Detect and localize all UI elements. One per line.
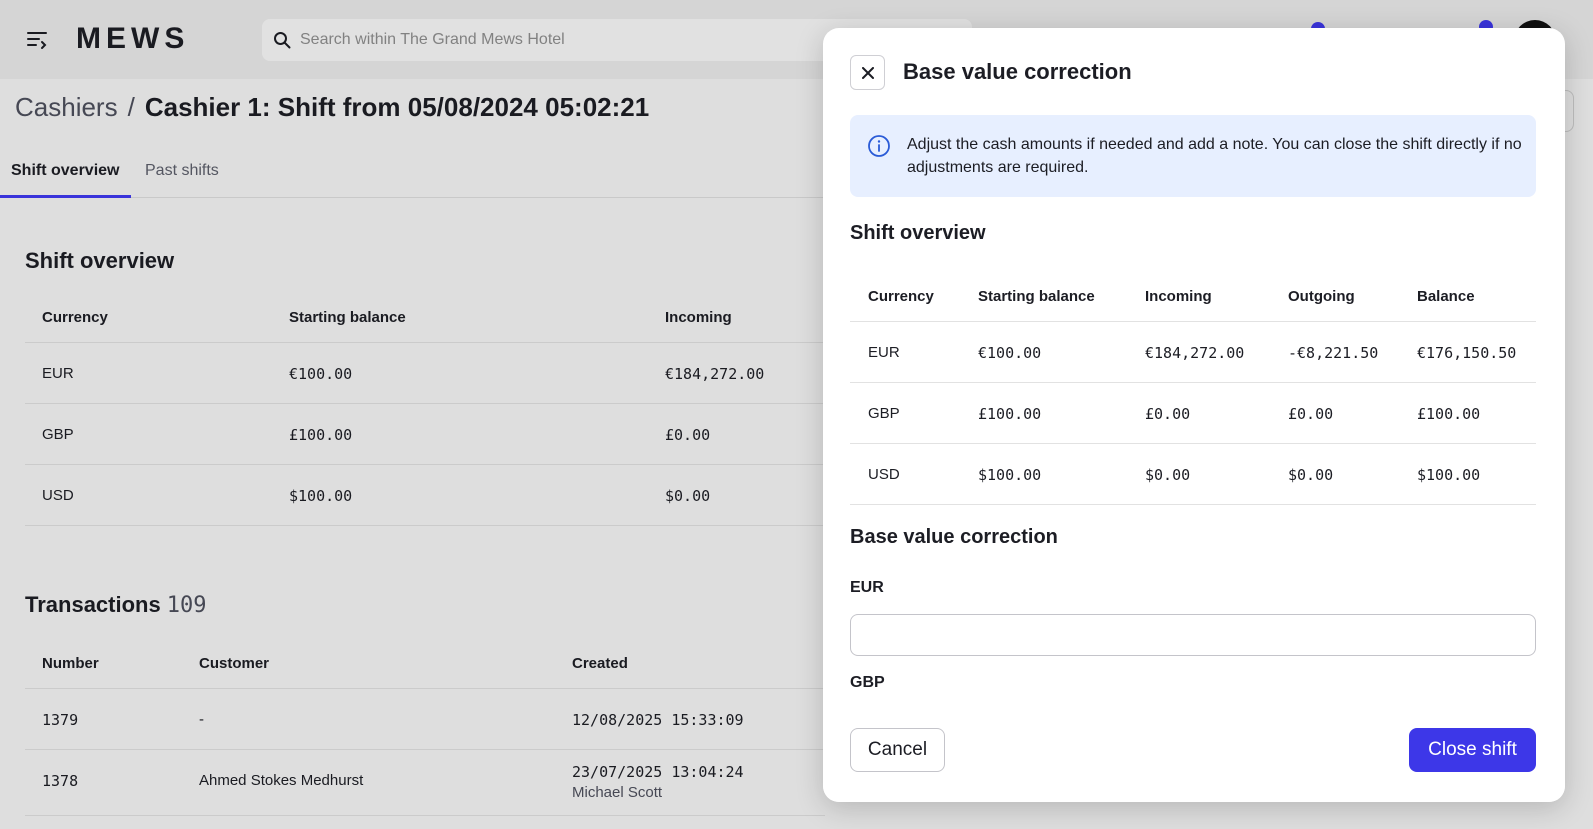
outgoing-cell: $0.00: [1288, 466, 1334, 484]
eur-correction-input[interactable]: [850, 614, 1536, 656]
balance-cell: $100.00: [1417, 466, 1481, 484]
starting-balance-cell: €100.00: [978, 344, 1042, 362]
dialog-footer: Cancel Close shift: [823, 716, 1565, 802]
incoming-cell: €184,272.00: [1145, 344, 1245, 362]
correction-heading: Base value correction: [850, 526, 1058, 548]
column-header: Balance: [1417, 288, 1475, 305]
incoming-cell: £0.00: [1145, 405, 1191, 423]
gbp-field-label: GBP: [850, 674, 885, 691]
column-header: Outgoing: [1288, 288, 1355, 305]
table-header: Currency Starting balance Incoming Outgo…: [850, 273, 1536, 322]
table-row: EUR €100.00 €184,272.00 -€8,221.50 €176,…: [850, 322, 1536, 383]
column-header: Incoming: [1145, 288, 1212, 305]
currency-cell: EUR: [868, 344, 900, 361]
dialog-shift-overview-heading: Shift overview: [850, 222, 986, 244]
eur-field-label: EUR: [850, 579, 884, 596]
starting-balance-cell: £100.00: [978, 405, 1042, 423]
dialog-shift-overview-table: Currency Starting balance Incoming Outgo…: [850, 273, 1536, 505]
balance-cell: €176,150.50: [1417, 344, 1517, 362]
info-banner: Adjust the cash amounts if needed and ad…: [850, 115, 1536, 197]
currency-cell: USD: [868, 466, 900, 483]
column-header: Starting balance: [978, 288, 1095, 305]
dialog-title: Base value correction: [903, 59, 1132, 84]
info-icon: [868, 135, 890, 157]
outgoing-cell: £0.00: [1288, 405, 1334, 423]
balance-cell: £100.00: [1417, 405, 1481, 423]
cancel-button[interactable]: Cancel: [850, 728, 945, 772]
outgoing-cell: -€8,221.50: [1288, 344, 1379, 362]
table-row: USD $100.00 $0.00 $0.00 $100.00: [850, 444, 1536, 505]
close-dialog-button[interactable]: [850, 55, 885, 90]
close-icon: [861, 66, 874, 79]
table-row: GBP £100.00 £0.00 £0.00 £100.00: [850, 383, 1536, 444]
base-value-correction-dialog: Base value correction Adjust the cash am…: [823, 28, 1565, 802]
close-shift-button[interactable]: Close shift: [1409, 728, 1536, 772]
column-header: Currency: [868, 288, 934, 305]
info-text: Adjust the cash amounts if needed and ad…: [907, 136, 1522, 176]
starting-balance-cell: $100.00: [978, 466, 1042, 484]
incoming-cell: $0.00: [1145, 466, 1191, 484]
currency-cell: GBP: [868, 405, 900, 422]
